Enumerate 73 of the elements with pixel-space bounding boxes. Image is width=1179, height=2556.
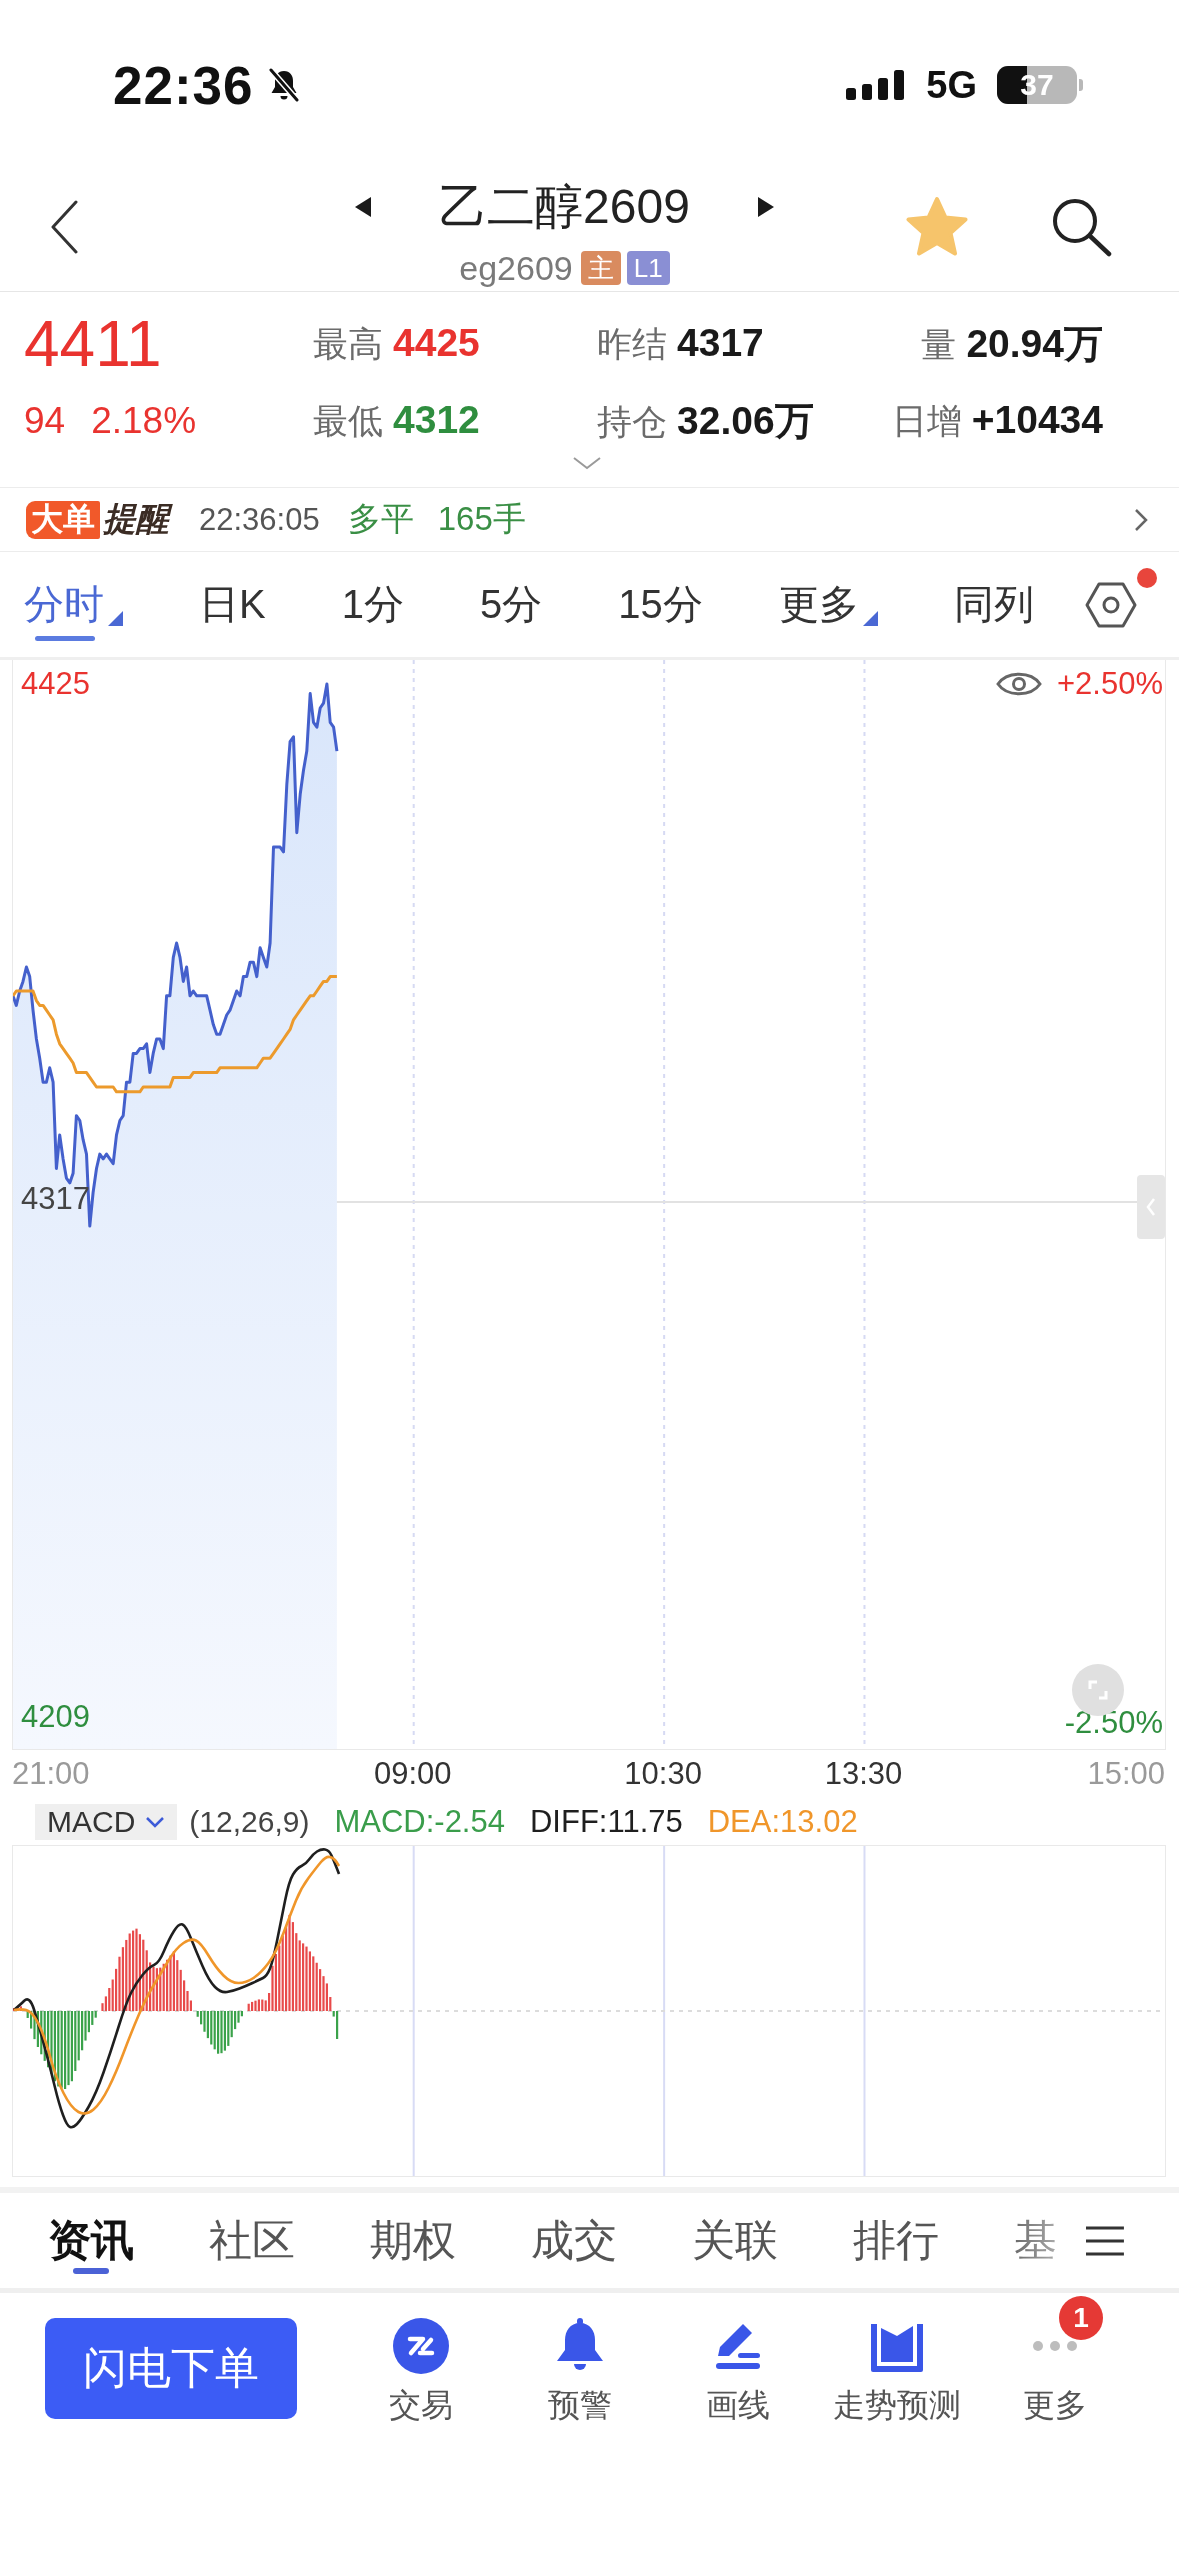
eye-icon[interactable]	[996, 670, 1042, 698]
next-triangle-icon[interactable]	[757, 197, 774, 217]
price-change: 94	[24, 400, 66, 442]
price-axis-label: 4209	[21, 1698, 90, 1737]
info-tab[interactable]: 成交	[531, 2193, 617, 2288]
period-tab[interactable]: 同列	[953, 552, 1034, 657]
time-axis-label: 21:00	[12, 1756, 90, 1792]
indicator-dropdown[interactable]: MACD	[35, 1803, 178, 1840]
quick-order-button[interactable]: 闪电下单	[45, 2318, 297, 2419]
period-tab[interactable]: 更多	[778, 552, 878, 657]
info-tab[interactable]: 排行	[853, 2193, 939, 2288]
period-tab[interactable]: 日K	[199, 552, 266, 657]
contract-tag: 主	[580, 251, 621, 285]
side-panel-handle-icon[interactable]	[1137, 1175, 1165, 1239]
period-tab[interactable]: 15分	[618, 552, 703, 657]
signal-bars-icon	[846, 70, 907, 100]
stat-value: 32.06万	[677, 398, 814, 444]
last-price: 4411	[24, 310, 163, 378]
stat-label: 持仓	[597, 401, 667, 443]
stat-value: 4312	[393, 397, 480, 442]
chevron-down-icon	[145, 1815, 166, 1828]
alert-action: 多平	[347, 499, 414, 539]
stat-label: 昨结	[597, 322, 667, 365]
back-icon[interactable]	[50, 200, 78, 254]
time-axis-label: 15:00	[1087, 1756, 1165, 1792]
stat-value: 4425	[393, 320, 480, 365]
time-axis-label: 09:00	[373, 1756, 452, 1792]
alert-time: 22:36:05	[199, 501, 320, 538]
toolbar-button[interactable]: 画线	[706, 2318, 771, 2424]
toolbar-button[interactable]: 预警	[547, 2318, 612, 2424]
time-axis-label: 13:30	[824, 1756, 903, 1792]
contract-title: 乙二醇2609	[439, 179, 690, 235]
more-dots-icon	[1033, 2341, 1078, 2351]
macd-reading: DIFF:11.75	[529, 1803, 683, 1840]
notification-badge: 1	[1059, 2296, 1103, 2340]
stat-label: 日增	[891, 399, 962, 442]
chevron-right-icon[interactable]	[1134, 507, 1148, 532]
contract-code: eg2609	[459, 248, 573, 288]
stat-label: 最高	[313, 322, 383, 365]
time-axis-label: 10:30	[624, 1756, 702, 1792]
macd-reading: DEA:13.02	[707, 1803, 858, 1840]
circle-z-icon	[393, 2318, 450, 2374]
macd-reading: MACD:-2.54	[334, 1803, 505, 1840]
indicator-params: (12,26,9)	[189, 1804, 310, 1839]
contract-tag: L1	[626, 251, 670, 285]
stat-value: 4317	[677, 320, 764, 365]
period-tab[interactable]: 1分	[341, 552, 404, 657]
info-tab[interactable]: 社区	[209, 2193, 295, 2288]
period-tab[interactable]: 分时	[24, 552, 123, 657]
info-tab[interactable]: 资讯	[48, 2193, 134, 2288]
alert-volume: 165手	[437, 499, 526, 539]
stat-value: +10434	[971, 397, 1103, 442]
toolbar-button[interactable]: 交易	[389, 2318, 454, 2424]
stat-label: 最低	[313, 399, 383, 442]
clock-time: 22:36	[113, 54, 254, 116]
chevron-down-icon[interactable]	[572, 456, 602, 470]
percent-axis-label: +2.50%	[1057, 665, 1163, 703]
price-axis-label: 4425	[21, 665, 90, 703]
info-tab[interactable]: 关联	[692, 2193, 778, 2288]
search-icon[interactable]	[1050, 197, 1112, 257]
network-type: 5G	[926, 63, 977, 107]
period-tab[interactable]: 5分	[479, 552, 543, 657]
previous-triangle-icon[interactable]	[355, 197, 372, 217]
info-tab[interactable]: 期权	[370, 2193, 456, 2288]
toolbar-button[interactable]: 走势预测	[832, 2318, 961, 2424]
alert-badge: 大单	[26, 500, 100, 539]
menu-icon[interactable]	[1086, 2224, 1124, 2257]
star-icon[interactable]	[905, 196, 969, 258]
stat-value: 20.94万	[966, 321, 1103, 367]
settings-icon[interactable]	[1085, 581, 1137, 628]
stat-label: 量	[921, 324, 957, 366]
percent-axis-label: -2.50%	[1064, 1704, 1163, 1742]
change-percent: 2.18%	[91, 400, 197, 442]
